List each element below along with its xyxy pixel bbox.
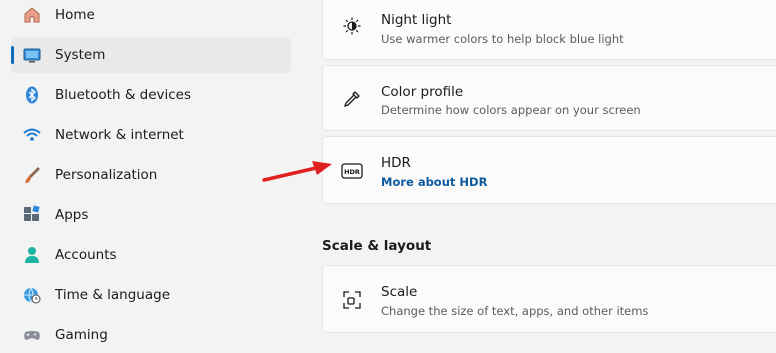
annotation-arrow-icon xyxy=(262,161,332,182)
system-icon xyxy=(22,45,42,65)
sidebar-item-bluetooth[interactable]: Bluetooth & devices xyxy=(11,77,291,113)
night-light-icon xyxy=(341,15,363,37)
sidebar-item-accounts[interactable]: Accounts xyxy=(11,237,291,273)
sidebar-item-label: Personalization xyxy=(55,167,158,183)
apps-icon xyxy=(22,205,42,225)
sidebar-item-personalization[interactable]: Personalization xyxy=(11,157,291,193)
scale-icon xyxy=(341,289,363,311)
selection-indicator xyxy=(11,46,14,64)
more-about-hdr-link[interactable]: More about HDR xyxy=(381,175,487,189)
navigation-sidebar: Home System Bluetooth & devices Network … xyxy=(0,0,300,344)
scale-layout-heading: Scale & layout xyxy=(322,238,432,254)
hdr-card[interactable]: HDR HDR More about HDR xyxy=(322,136,776,204)
sidebar-item-label: Gaming xyxy=(55,327,108,343)
sidebar-item-time-language[interactable]: Time & language xyxy=(11,277,291,313)
sidebar-item-label: System xyxy=(55,47,106,63)
sidebar-item-label: Home xyxy=(55,7,95,23)
sidebar-item-label: Apps xyxy=(55,207,89,223)
color-profile-description: Determine how colors appear on your scre… xyxy=(381,103,641,117)
gamepad-icon xyxy=(22,325,42,345)
sidebar-item-gaming[interactable]: Gaming xyxy=(11,317,291,353)
sidebar-item-home[interactable]: Home xyxy=(11,0,291,33)
scale-description: Change the size of text, apps, and other… xyxy=(381,304,649,318)
hdr-icon: HDR xyxy=(341,160,363,182)
scale-card[interactable]: Scale Change the size of text, apps, and… xyxy=(322,265,776,333)
accounts-icon xyxy=(22,245,42,265)
sidebar-item-label: Bluetooth & devices xyxy=(55,87,192,103)
sidebar-item-label: Time & language xyxy=(55,287,171,303)
sidebar-item-system[interactable]: System xyxy=(11,37,291,73)
hdr-title: HDR xyxy=(381,155,411,171)
eyedropper-icon xyxy=(341,88,363,110)
sidebar-item-network[interactable]: Network & internet xyxy=(11,117,291,153)
globe-clock-icon xyxy=(22,285,42,305)
night-light-card[interactable]: Night light Use warmer colors to help bl… xyxy=(322,0,776,60)
wifi-icon xyxy=(22,125,42,145)
sidebar-item-label: Accounts xyxy=(55,247,117,263)
color-profile-title: Color profile xyxy=(381,84,464,100)
night-light-title: Night light xyxy=(381,12,452,28)
brush-icon xyxy=(22,165,42,185)
home-icon xyxy=(22,5,42,25)
sidebar-item-apps[interactable]: Apps xyxy=(11,197,291,233)
svg-text:HDR: HDR xyxy=(344,168,360,176)
color-profile-card[interactable]: Color profile Determine how colors appea… xyxy=(322,65,776,131)
scale-title: Scale xyxy=(381,284,418,300)
bluetooth-icon xyxy=(22,85,42,105)
sidebar-item-label: Network & internet xyxy=(55,127,184,143)
night-light-description: Use warmer colors to help block blue lig… xyxy=(381,32,624,46)
